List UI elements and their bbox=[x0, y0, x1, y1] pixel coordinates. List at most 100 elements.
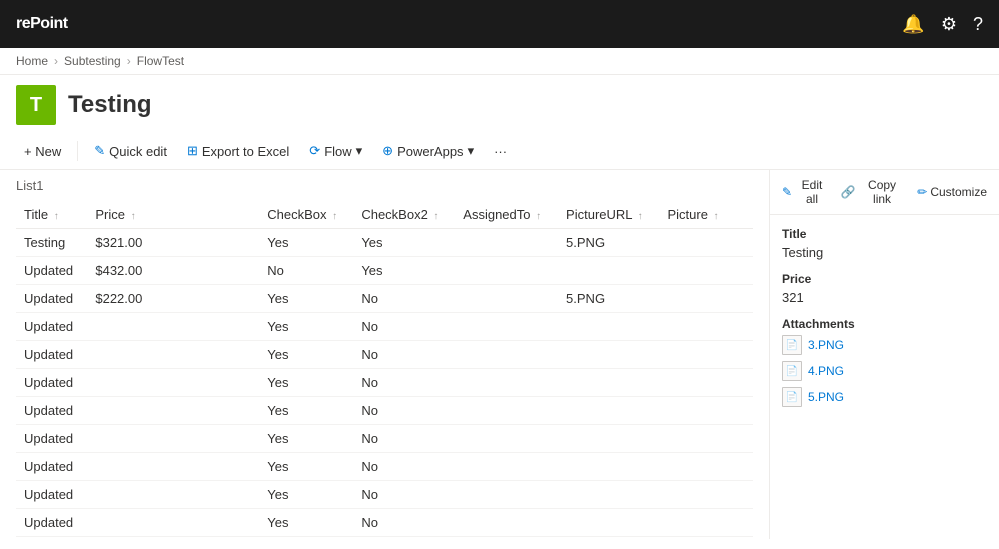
cell-picture bbox=[659, 537, 733, 540]
breadcrumb-home[interactable]: Home bbox=[16, 54, 48, 68]
notification-icon[interactable]: 🔔 bbox=[902, 14, 924, 35]
cell-extra bbox=[733, 425, 753, 453]
table-row[interactable]: Updated Yes No bbox=[16, 397, 753, 425]
cell-picture-url: 5.PNG bbox=[558, 229, 659, 257]
title-value: Testing bbox=[782, 245, 987, 260]
cell-assigned-to bbox=[455, 285, 558, 313]
cell-title: Updated bbox=[16, 425, 87, 453]
table-row[interactable]: Updated Yes No bbox=[16, 425, 753, 453]
breadcrumb-sep-2: › bbox=[127, 54, 131, 68]
attachment-item[interactable]: 📄 5.PNG bbox=[782, 387, 987, 407]
cell-checkbox: Yes bbox=[259, 369, 353, 397]
copy-link-button[interactable]: 🔗 Copy link bbox=[841, 178, 905, 206]
cell-price bbox=[87, 397, 259, 425]
col-title[interactable]: Title ↑ bbox=[16, 201, 87, 229]
attachment-name: 4.PNG bbox=[808, 364, 844, 378]
sort-icon-checkbox: ↑ bbox=[332, 211, 337, 222]
cell-checkbox: Yes bbox=[259, 397, 353, 425]
cell-picture bbox=[659, 397, 733, 425]
edit-all-button[interactable]: ✎ Edit all bbox=[782, 178, 829, 206]
cell-picture-url bbox=[558, 369, 659, 397]
quick-edit-icon: ✎ bbox=[94, 143, 105, 159]
cell-picture-url bbox=[558, 481, 659, 509]
cell-checkbox: Yes bbox=[259, 481, 353, 509]
cell-picture bbox=[659, 453, 733, 481]
table-row[interactable]: Updated Yes No bbox=[16, 509, 753, 537]
help-icon[interactable]: ? bbox=[973, 14, 983, 35]
more-button[interactable]: ··· bbox=[486, 140, 515, 163]
toolbar-sep-1 bbox=[77, 141, 78, 161]
app-name: rePoint bbox=[16, 15, 68, 33]
col-picture-url[interactable]: PictureURL ↑ bbox=[558, 201, 659, 229]
sort-icon-picture: ↑ bbox=[714, 211, 719, 222]
cell-picture-url bbox=[558, 257, 659, 285]
sort-icon-price: ↑ bbox=[131, 211, 136, 222]
col-assigned-to[interactable]: AssignedTo ↑ bbox=[455, 201, 558, 229]
table-row[interactable]: Updated Yes No bbox=[16, 313, 753, 341]
cell-title: Updated bbox=[16, 481, 87, 509]
quick-edit-button[interactable]: ✎ Quick edit bbox=[86, 139, 175, 163]
cell-checkbox2: No bbox=[353, 425, 455, 453]
table-row[interactable]: Updated Yes No bbox=[16, 453, 753, 481]
sort-icon-assigned: ↑ bbox=[536, 211, 541, 222]
sort-icon-title: ↑ bbox=[54, 211, 59, 222]
attachment-item[interactable]: 📄 3.PNG bbox=[782, 335, 987, 355]
col-picture[interactable]: Picture ↑ bbox=[659, 201, 733, 229]
settings-icon[interactable]: ⚙ bbox=[941, 14, 957, 35]
col-checkbox[interactable]: CheckBox ↑ bbox=[259, 201, 353, 229]
cell-price: $432.00 bbox=[87, 257, 259, 285]
toolbar: + New ✎ Quick edit ⊞ Export to Excel ⟳ F… bbox=[0, 133, 999, 170]
export-icon: ⊞ bbox=[187, 143, 198, 159]
cell-price bbox=[87, 509, 259, 537]
link-icon: 🔗 bbox=[841, 185, 856, 199]
cell-picture-url bbox=[558, 509, 659, 537]
attachment-item[interactable]: 📄 4.PNG bbox=[782, 361, 987, 381]
powerapps-icon: ⊕ bbox=[382, 143, 393, 159]
col-price[interactable]: Price ↑ bbox=[87, 201, 259, 229]
cell-extra bbox=[733, 341, 753, 369]
cell-assigned-to bbox=[455, 537, 558, 540]
cell-picture-url: 5.PNG bbox=[558, 285, 659, 313]
new-button[interactable]: + New bbox=[16, 140, 69, 163]
cell-assigned-to bbox=[455, 257, 558, 285]
table-row[interactable]: Updated $222.00 Yes No 5.PNG bbox=[16, 285, 753, 313]
flow-icon: ⟳ bbox=[309, 143, 320, 159]
cell-picture-url bbox=[558, 313, 659, 341]
right-panel: ✎ Edit all 🔗 Copy link ✏ Customize Title… bbox=[769, 170, 999, 539]
edit-icon: ✎ bbox=[782, 185, 792, 199]
table-row[interactable]: Updated Yes No bbox=[16, 341, 753, 369]
breadcrumb-subtesting[interactable]: Subtesting bbox=[64, 54, 121, 68]
cell-checkbox: Yes bbox=[259, 229, 353, 257]
table-row[interactable]: Updated $432.00 No Yes bbox=[16, 257, 753, 285]
cell-assigned-to bbox=[455, 229, 558, 257]
cell-picture bbox=[659, 481, 733, 509]
col-checkbox2[interactable]: CheckBox2 ↑ bbox=[353, 201, 455, 229]
export-button[interactable]: ⊞ Export to Excel bbox=[179, 139, 297, 163]
cell-checkbox: Yes bbox=[259, 425, 353, 453]
cell-title: Updated bbox=[16, 397, 87, 425]
cell-extra bbox=[733, 509, 753, 537]
nav-left: rePoint bbox=[16, 15, 68, 33]
table-row[interactable]: Testing $321.00 Yes Yes 5.PNG bbox=[16, 229, 753, 257]
cell-checkbox: Yes bbox=[259, 313, 353, 341]
cell-picture bbox=[659, 257, 733, 285]
cell-checkbox2: No bbox=[353, 481, 455, 509]
breadcrumb-flowtest[interactable]: FlowTest bbox=[137, 54, 184, 68]
cell-checkbox: Yes bbox=[259, 285, 353, 313]
cell-checkbox: Yes bbox=[259, 453, 353, 481]
cell-title: Updated bbox=[16, 341, 87, 369]
powerapps-button[interactable]: ⊕ PowerApps ▾ bbox=[374, 139, 482, 163]
cell-assigned-to bbox=[455, 453, 558, 481]
attachment-file-icon: 📄 bbox=[782, 361, 802, 381]
cell-extra bbox=[733, 285, 753, 313]
table-row[interactable]: Updated Yes No bbox=[16, 481, 753, 509]
flow-button[interactable]: ⟳ Flow ▾ bbox=[301, 139, 370, 163]
table-row[interactable]: Updated Yes No bbox=[16, 369, 753, 397]
table-header-row: Title ↑ Price ↑ CheckBox ↑ CheckBox2 ↑ A… bbox=[16, 201, 753, 229]
cell-title: Testing bbox=[16, 229, 87, 257]
cell-extra bbox=[733, 369, 753, 397]
cell-title: Updated bbox=[16, 257, 87, 285]
cell-picture-url bbox=[558, 341, 659, 369]
customize-button[interactable]: ✏ Customize bbox=[917, 185, 987, 199]
table-row[interactable]: Updated Yes No bbox=[16, 537, 753, 540]
